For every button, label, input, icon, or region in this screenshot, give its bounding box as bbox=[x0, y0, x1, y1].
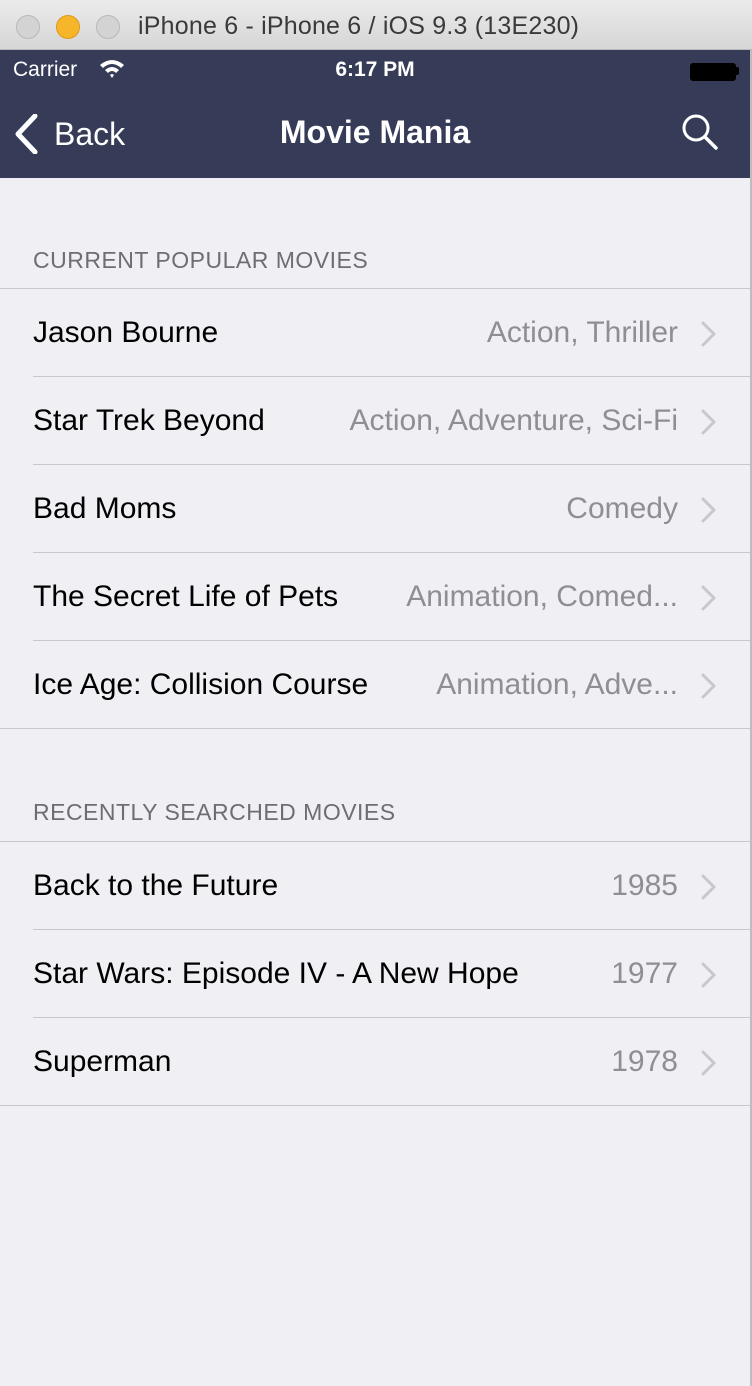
table-row[interactable]: Superman 1978 bbox=[0, 1018, 750, 1106]
table-row[interactable]: Bad Moms Comedy bbox=[0, 465, 750, 553]
movie-year: 1977 bbox=[611, 957, 678, 990]
table-row[interactable]: Ice Age: Collision Course Animation, Adv… bbox=[0, 641, 750, 729]
movie-table: CURRENT POPULAR MOVIES Jason Bourne Acti… bbox=[0, 178, 750, 1106]
chevron-right-icon bbox=[700, 584, 718, 612]
movie-year: 1978 bbox=[611, 1045, 678, 1078]
chevron-right-icon bbox=[700, 873, 718, 901]
movie-title: Star Trek Beyond bbox=[33, 404, 265, 437]
chevron-right-icon bbox=[700, 320, 718, 348]
table-row[interactable]: Star Trek Beyond Action, Adventure, Sci-… bbox=[0, 377, 750, 465]
navigation-header: Carrier 6:17 PM Back Movie Mania bbox=[0, 50, 750, 178]
status-bar: Carrier 6:17 PM bbox=[0, 50, 750, 90]
window-title: iPhone 6 - iPhone 6 / iOS 9.3 (13E230) bbox=[138, 12, 580, 40]
movie-title: Back to the Future bbox=[33, 869, 279, 902]
battery-icon bbox=[690, 63, 736, 81]
table-row[interactable]: Back to the Future 1985 bbox=[0, 842, 750, 930]
movie-title: Ice Age: Collision Course bbox=[33, 668, 369, 701]
section-header-popular: CURRENT POPULAR MOVIES bbox=[0, 178, 750, 289]
simulator-titlebar: iPhone 6 - iPhone 6 / iOS 9.3 (13E230) bbox=[0, 0, 752, 50]
close-window-button[interactable] bbox=[16, 15, 40, 39]
battery-tip bbox=[736, 67, 739, 75]
chevron-right-icon bbox=[700, 496, 718, 524]
movie-title: Superman bbox=[33, 1045, 172, 1078]
navigation-bar: Back Movie Mania bbox=[0, 90, 750, 178]
movie-detail: Animation, Comed... bbox=[406, 580, 678, 613]
movie-title: Jason Bourne bbox=[33, 316, 219, 349]
movie-title: The Secret Life of Pets bbox=[33, 580, 339, 613]
search-button[interactable] bbox=[680, 112, 720, 152]
minimize-window-button[interactable] bbox=[56, 15, 80, 39]
movie-detail: Animation, Adve... bbox=[436, 668, 678, 701]
search-icon bbox=[682, 114, 718, 150]
chevron-right-icon bbox=[700, 1049, 718, 1077]
status-time: 6:17 PM bbox=[335, 58, 415, 81]
table-row[interactable]: Jason Bourne Action, Thriller bbox=[0, 289, 750, 377]
table-row[interactable]: Star Wars: Episode IV - A New Hope 1977 bbox=[0, 930, 750, 1018]
movie-year: 1985 bbox=[611, 869, 678, 902]
page-title: Movie Mania bbox=[279, 114, 471, 150]
movie-detail: Action, Thriller bbox=[486, 316, 678, 349]
chevron-right-icon bbox=[700, 408, 718, 436]
table-row[interactable]: The Secret Life of Pets Animation, Comed… bbox=[0, 553, 750, 641]
movie-title: Star Wars: Episode IV - A New Hope bbox=[33, 957, 519, 990]
zoom-window-button[interactable] bbox=[96, 15, 120, 39]
chevron-right-icon bbox=[700, 961, 718, 989]
movie-title: Bad Moms bbox=[33, 492, 177, 525]
chevron-right-icon bbox=[700, 672, 718, 700]
movie-detail: Comedy bbox=[566, 492, 678, 525]
section-header-recent: RECENTLY SEARCHED MOVIES bbox=[0, 729, 750, 842]
movie-detail: Action, Adventure, Sci-Fi bbox=[349, 404, 678, 437]
